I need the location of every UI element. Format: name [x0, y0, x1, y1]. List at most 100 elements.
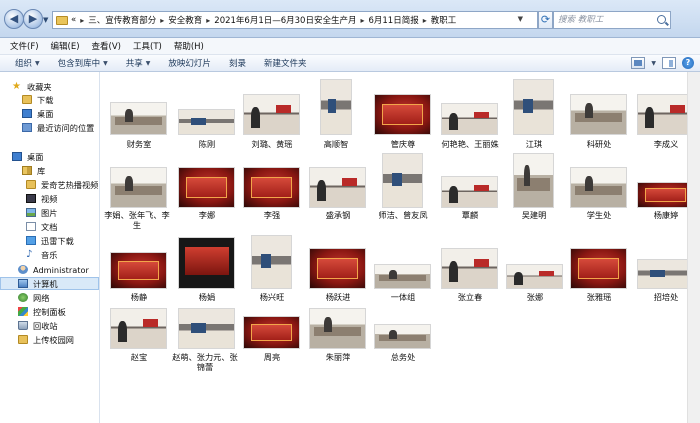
vertical-scrollbar[interactable] — [687, 72, 700, 423]
change-view-icon[interactable] — [631, 57, 646, 69]
photo-thumbnail[interactable] — [513, 153, 554, 208]
file-name[interactable]: 财务室 — [104, 139, 174, 149]
file-name[interactable]: 江琪 — [499, 139, 569, 149]
file-name[interactable]: 杨跃进 — [303, 292, 373, 302]
nav-desktop[interactable]: 桌面 — [12, 150, 43, 163]
view-options-dropdown[interactable]: ▼ — [651, 60, 656, 67]
photo-thumbnail[interactable] — [441, 248, 498, 289]
file-name[interactable]: 高顺智 — [301, 139, 371, 149]
photo-thumbnail[interactable] — [570, 248, 627, 289]
file-name[interactable]: 朱丽萍 — [303, 352, 373, 362]
photo-thumbnail[interactable] — [570, 167, 627, 208]
nav-upload-campus[interactable]: 上传校园网 — [18, 333, 74, 346]
photo-thumbnail[interactable] — [374, 264, 431, 289]
breadcrumb-item-current[interactable]: 教职工 — [431, 14, 457, 26]
file-name[interactable]: 盛承钢 — [303, 210, 373, 220]
nav-downloads[interactable]: 下载 — [22, 93, 53, 106]
nav-control-panel[interactable]: 控制面板 — [18, 305, 66, 318]
photo-thumbnail[interactable] — [382, 153, 423, 208]
breadcrumb-separator[interactable]: ▸ — [356, 16, 368, 25]
burn-button[interactable]: 刻录 — [220, 57, 255, 69]
file-name[interactable]: 一体组 — [368, 292, 438, 302]
forward-button[interactable]: ▶ — [23, 9, 43, 29]
photo-thumbnail[interactable] — [441, 103, 498, 135]
nav-desktop-fav[interactable]: 桌面 — [22, 107, 53, 120]
photo-thumbnail[interactable] — [374, 94, 431, 135]
file-name[interactable]: 刘璐、黄瑶 — [237, 139, 307, 149]
breadcrumb-separator[interactable]: ▸ — [419, 16, 431, 25]
file-name[interactable]: 学生处 — [564, 210, 634, 220]
photo-thumbnail[interactable] — [309, 308, 366, 349]
nav-pictures[interactable]: 图片 — [26, 206, 57, 219]
photo-thumbnail[interactable] — [441, 176, 498, 208]
file-name[interactable]: 覃麟 — [435, 210, 505, 220]
file-name[interactable]: 张立春 — [435, 292, 505, 302]
refresh-button[interactable]: ⟳ — [538, 11, 553, 29]
nav-recent-places[interactable]: 最近访问的位置 — [22, 121, 94, 134]
share-button[interactable]: 共享 ▼ — [117, 57, 160, 69]
file-name[interactable]: 杨静 — [104, 292, 174, 302]
file-name[interactable]: 总务处 — [368, 352, 438, 362]
file-name[interactable]: 赵宝 — [104, 352, 174, 362]
file-name[interactable]: 何艳艳、王丽姝 — [435, 139, 505, 149]
file-name[interactable]: 吴建明 — [499, 210, 569, 220]
photo-thumbnail[interactable] — [570, 94, 627, 135]
breadcrumb-separator[interactable]: ▸ — [202, 16, 214, 25]
photo-thumbnail[interactable] — [637, 182, 694, 208]
photo-thumbnail[interactable] — [637, 94, 694, 135]
photo-thumbnail[interactable] — [320, 79, 352, 135]
menu-file[interactable]: 文件(F) — [4, 40, 45, 52]
photo-thumbnail[interactable] — [309, 248, 366, 289]
breadcrumb-item[interactable]: 三、宣传教育部分 — [88, 14, 156, 26]
organize-button[interactable]: 组织 ▼ — [6, 57, 49, 69]
photo-thumbnail[interactable] — [110, 167, 167, 208]
menu-help[interactable]: 帮助(H) — [168, 40, 210, 52]
photo-thumbnail[interactable] — [178, 237, 235, 289]
new-folder-button[interactable]: 新建文件夹 — [255, 57, 316, 69]
nav-recycle-bin[interactable]: 回收站 — [18, 319, 58, 332]
address-dropdown-icon[interactable]: ▼ — [518, 15, 523, 23]
breadcrumb-item[interactable]: 2021年6月1日—6月30日安全生产月 — [214, 14, 356, 26]
file-name[interactable]: 师洁、曾友凤 — [368, 210, 438, 220]
photo-thumbnail[interactable] — [243, 167, 300, 208]
file-name[interactable]: 陈刚 — [172, 139, 242, 149]
nav-libraries[interactable]: 库 — [22, 164, 45, 177]
file-name[interactable]: 李娜 — [172, 210, 242, 220]
photo-thumbnail[interactable] — [374, 324, 431, 349]
menu-edit[interactable]: 编辑(E) — [45, 40, 86, 52]
nav-computer[interactable]: 计算机 — [0, 277, 99, 290]
photo-thumbnail[interactable] — [243, 94, 300, 135]
photo-thumbnail[interactable] — [110, 102, 167, 135]
file-name[interactable]: 杨娟 — [172, 292, 242, 302]
file-name[interactable]: 李娟、张年飞、李生 — [104, 210, 170, 230]
include-in-library-button[interactable]: 包含到库中 ▼ — [49, 57, 117, 69]
back-button[interactable]: ◀ — [4, 9, 24, 29]
photo-thumbnail[interactable] — [178, 308, 235, 349]
nav-administrator[interactable]: Administrator — [18, 263, 89, 276]
nav-network[interactable]: 网络 — [18, 291, 49, 304]
search-input[interactable] — [554, 12, 650, 28]
nav-documents[interactable]: 文档 — [26, 220, 57, 233]
nav-thunder-downloads[interactable]: 迅雷下载 — [26, 234, 74, 247]
menu-tools[interactable]: 工具(T) — [127, 40, 168, 52]
nav-favorites[interactable]: ★ 收藏夹 — [12, 80, 52, 93]
file-name[interactable]: 张雅瑶 — [564, 292, 634, 302]
search-icon[interactable] — [657, 15, 666, 24]
file-name[interactable]: 赵萌、张力元、张锦蕾 — [172, 352, 238, 372]
breadcrumb-item[interactable]: 安全教育 — [168, 14, 202, 26]
preview-pane-icon[interactable] — [662, 57, 676, 69]
file-name[interactable]: 管庆尊 — [368, 139, 438, 149]
address-bar[interactable]: « ▸ 三、宣传教育部分 ▸ 安全教育 ▸ 2021年6月1日—6月30日安全生… — [52, 11, 538, 29]
photo-thumbnail[interactable] — [513, 79, 554, 135]
file-name[interactable]: 杨兴旺 — [237, 292, 307, 302]
photo-thumbnail[interactable] — [178, 167, 235, 208]
slideshow-button[interactable]: 放映幻灯片 — [159, 57, 220, 69]
help-icon[interactable]: ? — [682, 57, 694, 69]
file-name[interactable]: 科研处 — [564, 139, 634, 149]
file-name[interactable]: 周亮 — [237, 352, 307, 362]
photo-thumbnail[interactable] — [506, 264, 563, 289]
breadcrumb-separator[interactable]: ▸ — [76, 16, 88, 25]
menu-view[interactable]: 查看(V) — [86, 40, 127, 52]
breadcrumb-item[interactable]: 6月11日简报 — [368, 14, 418, 26]
photo-thumbnail[interactable] — [110, 308, 167, 349]
